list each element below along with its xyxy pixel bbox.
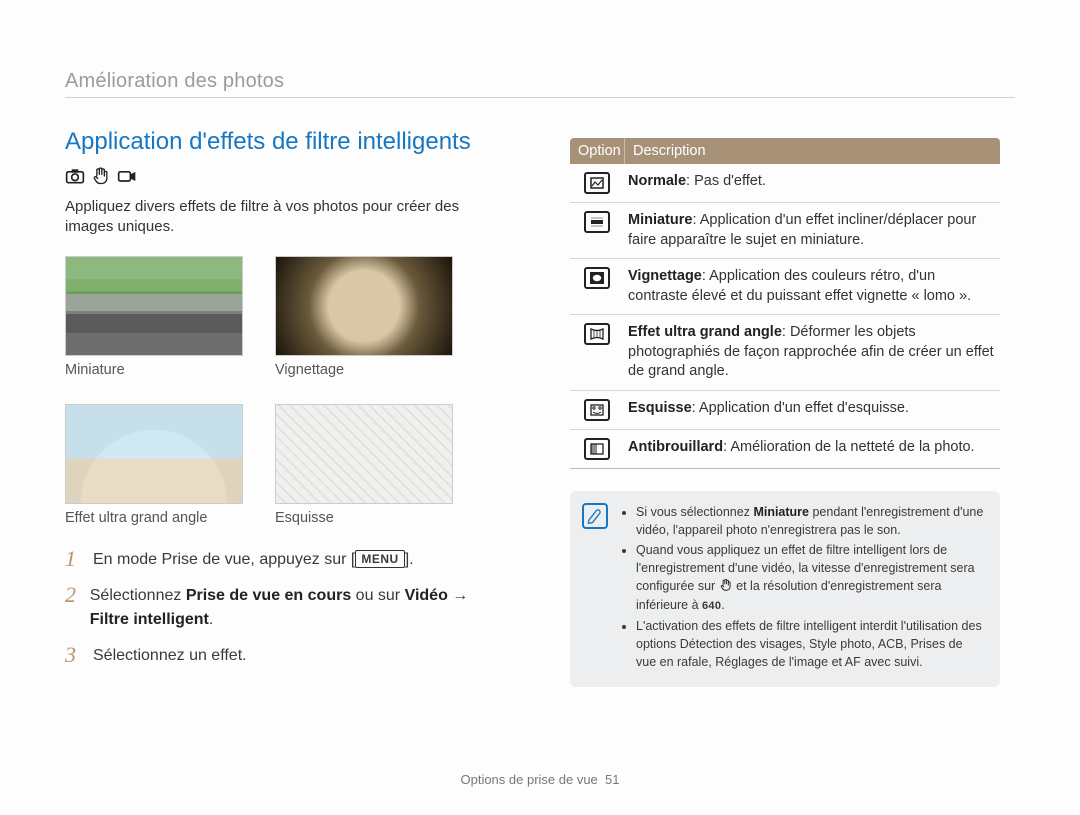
row-text: : Pas d'effet. [686, 173, 766, 189]
thumb-miniature-image [65, 256, 243, 356]
step-2-text-a: Sélectionnez [90, 587, 186, 604]
thumb-wide-label: Effet ultra grand angle [65, 510, 243, 526]
thumb-esquisse: Esquisse [275, 404, 453, 526]
options-table-header: Option Description [570, 138, 1000, 164]
step-1-text-b: ]. [405, 551, 414, 568]
row-term: Effet ultra grand angle [628, 324, 782, 340]
step-3: 3 Sélectionnez un effet. [65, 644, 505, 668]
step-2-arrow: → [448, 587, 468, 604]
dis-hand-icon [91, 166, 111, 191]
note-2c: . [721, 598, 724, 612]
breadcrumb: Amélioration des photos [65, 70, 1015, 98]
table-row: Esquisse: Application d'un effet d'esqui… [570, 391, 1000, 430]
step-3-text: Sélectionnez un effet. [93, 644, 247, 668]
options-header-description: Description [624, 138, 1000, 164]
step-2-bold-a: Prise de vue en cours [186, 587, 351, 604]
footer-section: Options de prise de vue [460, 772, 597, 787]
thumb-vignettage: Vignettage [275, 256, 453, 378]
table-row: Vignettage: Application des couleurs rét… [570, 259, 1000, 315]
step-1: 1 En mode Prise de vue, appuyez sur [MEN… [65, 548, 505, 572]
table-row: Antibrouillard: Amélioration de la nette… [570, 430, 1000, 469]
note-1b: Miniature [753, 505, 809, 519]
note-1a: Si vous sélectionnez [636, 505, 753, 519]
sketch-icon [584, 399, 610, 421]
intro-text: Appliquez divers effets de filtre à vos … [65, 197, 505, 238]
note-box: Si vous sélectionnez Miniature pendant l… [570, 491, 1000, 687]
row-term: Esquisse [628, 400, 692, 416]
note-line-1: Si vous sélectionnez Miniature pendant l… [636, 503, 984, 539]
row-text: : Application d'un effet d'esquisse. [692, 400, 909, 416]
row-term: Vignettage [628, 268, 702, 284]
table-row: Miniature: Application d'un effet inclin… [570, 203, 1000, 259]
thumb-vignettage-image [275, 256, 453, 356]
note-line-3: L'activation des effets de filtre intell… [636, 617, 984, 671]
note-line-2: Quand vous appliquez un effet de filtre … [636, 541, 984, 614]
thumb-wide: Effet ultra grand angle [65, 404, 243, 526]
normal-icon [584, 172, 610, 194]
step-3-number: 3 [65, 644, 83, 668]
step-2-bold-c: Filtre intelligent [90, 611, 209, 628]
vignette-icon [584, 267, 610, 289]
video-icon [117, 166, 137, 191]
steps-list: 1 En mode Prise de vue, appuyez sur [MEN… [65, 548, 505, 668]
step-2-text-c: ou sur [351, 587, 404, 604]
options-table: Option Description Normale: Pas d'effet.… [570, 138, 1000, 469]
thumb-miniature: Miniature [65, 256, 243, 378]
step-2: 2 Sélectionnez Prise de vue en cours ou … [65, 584, 505, 632]
thumb-esquisse-label: Esquisse [275, 510, 453, 526]
resolution-640-label: 640 [702, 599, 721, 615]
table-row: Effet ultra grand angle: Déformer les ob… [570, 315, 1000, 391]
page-footer: Options de prise de vue 51 [0, 772, 1080, 787]
options-header-option: Option [570, 138, 624, 164]
thumb-esquisse-image [275, 404, 453, 504]
row-term: Antibrouillard [628, 439, 723, 455]
note-icon [582, 503, 608, 529]
camera-icon [65, 166, 85, 191]
step-1-number: 1 [65, 548, 83, 572]
dis-hand-icon [719, 578, 733, 592]
step-2-dot: . [209, 611, 213, 628]
miniature-icon [584, 211, 610, 233]
defog-icon [584, 438, 610, 460]
mode-icons-row [65, 166, 505, 191]
thumb-wide-image [65, 404, 243, 504]
menu-button-icon: MENU [355, 550, 404, 568]
wide-angle-icon [584, 323, 610, 345]
step-2-number: 2 [65, 584, 80, 632]
row-text: : Amélioration de la netteté de la photo… [723, 439, 975, 455]
thumb-vignettage-label: Vignettage [275, 362, 453, 378]
row-term: Normale [628, 173, 686, 189]
footer-page-number: 51 [605, 772, 619, 787]
row-term: Miniature [628, 212, 692, 228]
step-1-text-a: En mode Prise de vue, appuyez sur [ [93, 551, 355, 568]
example-thumbnails: Miniature Vignettage Effet ultra grand a… [65, 256, 505, 526]
step-2-bold-b: Vidéo [405, 587, 448, 604]
thumb-miniature-label: Miniature [65, 362, 243, 378]
page-title: Application d'effets de filtre intellige… [65, 128, 505, 156]
table-row: Normale: Pas d'effet. [570, 164, 1000, 203]
